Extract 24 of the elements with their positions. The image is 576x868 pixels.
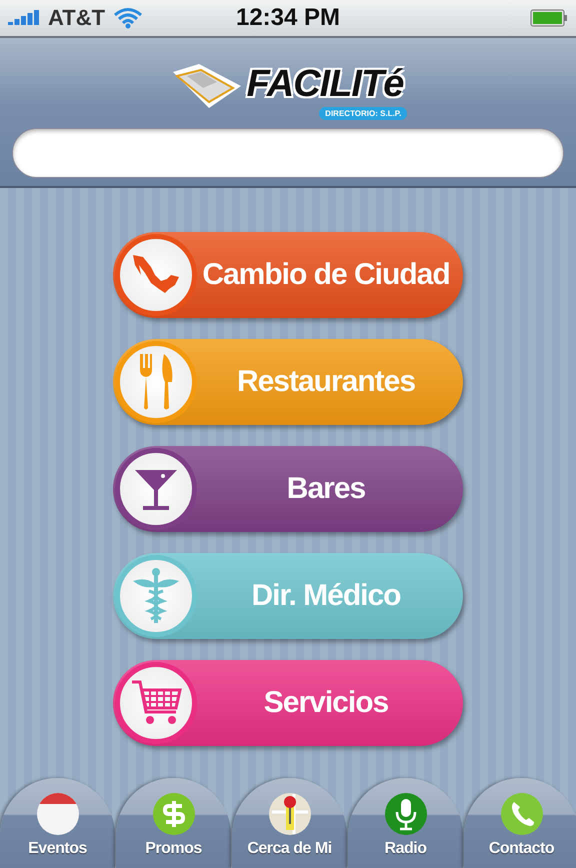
battery-icon (530, 9, 568, 27)
microphone-icon (384, 792, 428, 836)
tab-bar-item[interactable]: Radio (348, 778, 463, 868)
category-button[interactable]: Dir. Médico (113, 553, 463, 639)
carrier-name: AT&T (48, 5, 106, 31)
wifi-icon (113, 7, 144, 29)
category-button[interactable]: Bares (113, 446, 463, 532)
signal-icon (8, 9, 40, 27)
region-badge: DIRECTORIO: S.L.P. (319, 107, 408, 120)
calendar-icon (36, 792, 80, 836)
caduceus-icon (131, 567, 181, 625)
tab-bar-item[interactable]: Cerca de Mi (232, 778, 347, 868)
map-pin-icon (268, 792, 312, 836)
category-button[interactable]: Cambio de Ciudad (113, 232, 463, 318)
phone-icon (500, 792, 544, 836)
search-field[interactable] (12, 128, 564, 178)
tab-bar-item[interactable]: Eventos (0, 778, 115, 868)
tab-bar-item[interactable]: Promos (116, 778, 231, 868)
dollar-icon (152, 792, 196, 836)
clock-time: 12:34 PM (236, 4, 340, 32)
category-button[interactable]: Restaurantes (113, 339, 463, 425)
logo-text: FACILITé (246, 62, 404, 106)
tab-bar-item[interactable]: Contacto (464, 778, 576, 868)
category-button[interactable]: Servicios (113, 660, 463, 746)
